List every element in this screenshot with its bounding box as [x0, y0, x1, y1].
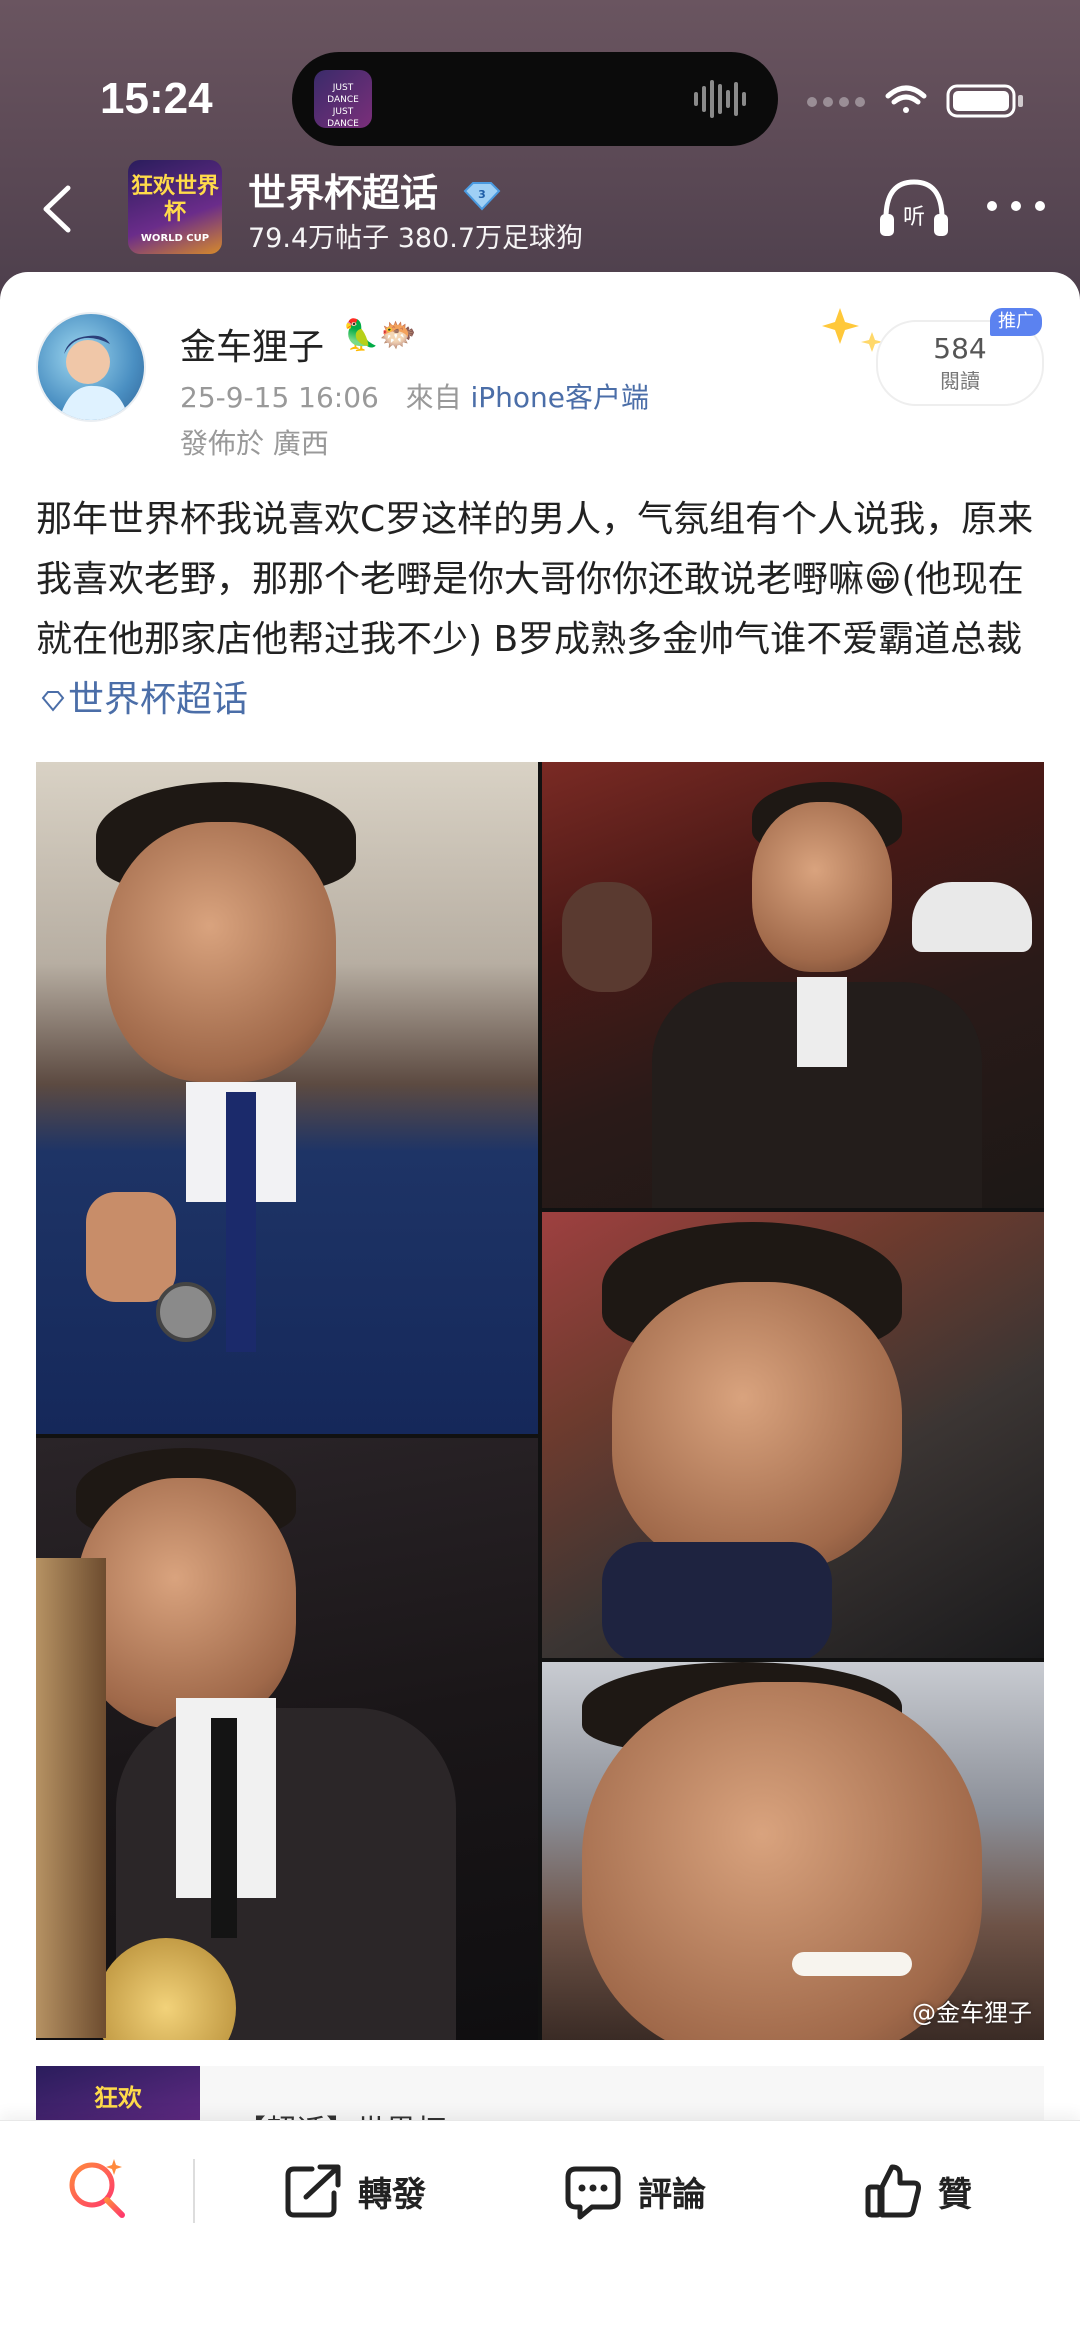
group-title-text: 世界杯超话: [248, 171, 439, 215]
ai-search-icon[interactable]: [64, 2155, 130, 2221]
post-timestamp: 25-9-15 16:06: [180, 381, 379, 414]
post-body: 那年世界杯我说喜欢C罗这样的男人，气氛组有个人说我，原来我喜欢老野，那那个老嘢是…: [36, 490, 1046, 730]
bottom-action-bar: 轉發 評論 贊: [0, 2120, 1080, 2345]
forward-label: 轉發: [358, 2174, 426, 2215]
thumbs-up-icon: [865, 2164, 921, 2218]
parrot-badge-icon: 🦜: [342, 318, 380, 353]
username[interactable]: 金车狸子: [180, 318, 324, 370]
status-time: 15:24: [100, 74, 213, 123]
photo-winking-thumbs-up: [36, 762, 538, 1434]
svg-text:听: 听: [903, 205, 925, 230]
like-button[interactable]: 贊: [862, 2161, 972, 2221]
promote-tag[interactable]: 推广: [990, 308, 1042, 336]
status-bar: 15:24 JUST DANCE JUST DANCE: [0, 0, 1080, 150]
wifi-icon: [885, 85, 927, 113]
photo-profile-side: [542, 1212, 1044, 1658]
now-playing-art: JUST DANCE JUST DANCE: [314, 70, 372, 128]
like-label: 贊: [938, 2174, 972, 2215]
post-body-text: 那年世界杯我说喜欢C罗这样的男人，气氛组有个人说我，原来我喜欢老野，那那个老嘢是…: [36, 499, 1034, 660]
photo-smiling-trophy: [36, 1438, 538, 2040]
comment-icon: [565, 2166, 621, 2220]
user-badges: 🦜🐡: [342, 318, 417, 353]
fish-badge-icon: 🐡: [379, 318, 417, 353]
forward-button[interactable]: 轉發: [282, 2161, 426, 2221]
signal-dots-icon: [807, 97, 865, 107]
topic-diamond-icon: [41, 691, 65, 712]
group-stats: 79.4万帖子 380.7万足球狗: [248, 223, 583, 254]
forward-icon: [285, 2164, 341, 2218]
photo-closeup-smile: @金车狸子: [542, 1662, 1044, 2040]
post-meta: 25-9-15 16:06 來自 iPhone客户端: [180, 376, 649, 416]
post-source[interactable]: iPhone客户端: [471, 381, 650, 414]
svg-text:3: 3: [478, 188, 486, 201]
comment-label: 評論: [638, 2174, 706, 2215]
more-options-icon[interactable]: [984, 196, 1048, 216]
back-icon[interactable]: [24, 174, 94, 244]
photo-seated-event: [542, 762, 1044, 1208]
comment-button[interactable]: 評論: [562, 2161, 706, 2221]
group-header: 狂欢世界杯 WORLD CUP 世界杯超话 3 79.4万帖子 380.7万足球…: [0, 150, 1080, 270]
user-avatar[interactable]: [36, 312, 146, 422]
post-location: 發佈於 廣西: [180, 427, 329, 460]
dynamic-island[interactable]: JUST DANCE JUST DANCE: [292, 52, 778, 146]
group-logo-text: 狂欢世界杯: [130, 174, 219, 225]
read-label: 閱讀: [940, 369, 980, 393]
read-count: 584: [933, 332, 987, 365]
battery-icon: [946, 84, 1023, 118]
post-card: 金车狸子 🦜🐡 25-9-15 16:06 來自 iPhone客户端 發佈於 廣…: [0, 272, 1080, 2345]
post-image-collage[interactable]: @金车狸子: [36, 762, 1044, 2040]
listen-icon[interactable]: 听: [876, 174, 952, 244]
avatar-art: [59, 335, 129, 420]
diamond-badge-icon: 3: [463, 181, 501, 210]
group-logo-subtext: WORLD CUP: [140, 233, 210, 244]
group-logo[interactable]: 狂欢世界杯 WORLD CUP: [128, 160, 222, 254]
topic-link[interactable]: 世界杯超话: [68, 679, 248, 720]
image-watermark: @金车狸子: [912, 1999, 1032, 2027]
status-icons: [807, 84, 1023, 118]
group-title[interactable]: 世界杯超话 3: [248, 162, 503, 217]
post-source-prefix: 來自: [405, 381, 462, 414]
audio-waveform-icon: [694, 80, 746, 118]
action-bar-divider: [193, 2159, 195, 2223]
